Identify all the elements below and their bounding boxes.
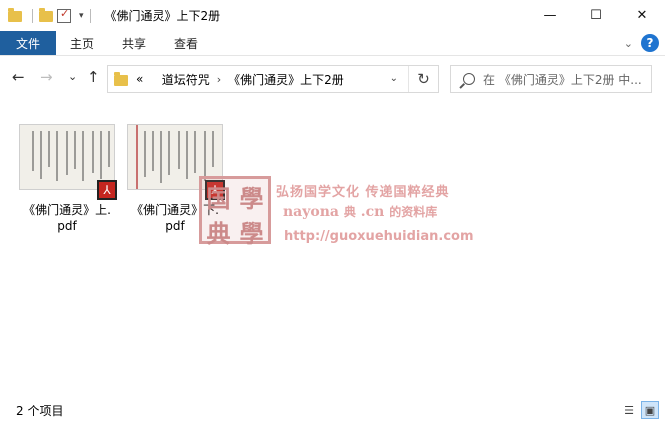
item-count: 2 个项目 xyxy=(16,404,64,418)
tab-file[interactable]: 文件 xyxy=(0,31,57,55)
back-button[interactable]: ← xyxy=(12,68,25,86)
breadcrumb-overflow[interactable]: « xyxy=(136,72,143,86)
divider xyxy=(89,8,91,23)
up-button[interactable]: ↑ xyxy=(87,68,100,86)
maximize-button[interactable]: ☐ xyxy=(573,0,619,31)
close-button[interactable]: ✕ xyxy=(619,0,665,31)
breadcrumb-item[interactable]: 道坛符咒 xyxy=(162,71,210,88)
file-list: ⅄ 《佛门通灵》上. pdf ⅄ 《佛门通灵》下. pdf xyxy=(0,98,665,398)
address-dropdown-icon[interactable]: ⌄ xyxy=(390,73,398,84)
watermark-slogan: 弘扬国学文化 传递国粹经典 xyxy=(276,185,450,200)
title-bar: ▾ 《佛门通灵》上下2册 — ☐ ✕ xyxy=(0,0,665,31)
ribbon-tabs: 文件 主页 共享 查看 ⌄ ? xyxy=(0,31,665,56)
window-title: 《佛门通灵》上下2册 xyxy=(104,9,221,23)
folder-icon xyxy=(114,71,128,86)
quick-access-toolbar: ▾ xyxy=(0,0,97,31)
search-box[interactable]: 在 《佛门通灵》上下2册 中... xyxy=(450,65,652,93)
navigation-bar: ← → ⌄ ↑ « › 道坛符咒 › 《佛门通灵》上下2册 ⌄ ↻ 在 《佛门通… xyxy=(0,58,665,98)
divider xyxy=(32,8,33,23)
expand-ribbon-icon[interactable]: ⌄ xyxy=(624,37,633,50)
new-folder-icon[interactable] xyxy=(39,7,53,23)
file-item[interactable]: ⅄ 《佛门通灵》上. pdf xyxy=(15,124,119,234)
pdf-file-icon: ⅄ xyxy=(97,180,117,200)
file-name[interactable]: 《佛门通灵》上. pdf xyxy=(15,202,119,234)
customize-toolbar-dropdown-icon[interactable]: ▾ xyxy=(79,11,84,21)
details-view-icon[interactable]: ☰ xyxy=(620,401,638,419)
breadcrumb-item[interactable]: 《佛门通灵》上下2册 xyxy=(228,71,344,88)
forward-button[interactable]: → xyxy=(40,68,53,86)
address-bar[interactable]: « › 道坛符咒 › 《佛门通灵》上下2册 ⌄ ↻ xyxy=(107,65,439,93)
status-bar: 2 个项目 ☰ ▣ xyxy=(0,398,665,423)
tab-view[interactable]: 查看 xyxy=(160,31,212,55)
watermark-site-name: nayona 典 .cn 的资料库 xyxy=(283,204,438,220)
refresh-button[interactable]: ↻ xyxy=(408,66,438,92)
watermark-seal: 国 學 典 學 xyxy=(199,176,271,248)
help-icon[interactable]: ? xyxy=(641,34,659,52)
recent-locations-dropdown[interactable]: ⌄ xyxy=(68,70,77,83)
large-icons-view-icon[interactable]: ▣ xyxy=(641,401,659,419)
watermark-url: http://guoxuehuidian.com xyxy=(284,229,474,244)
breadcrumb-separator-icon[interactable]: › xyxy=(217,73,221,86)
tab-home[interactable]: 主页 xyxy=(56,31,108,55)
properties-icon[interactable] xyxy=(57,7,71,23)
folder-icon xyxy=(8,7,22,23)
search-icon xyxy=(463,73,475,85)
minimize-button[interactable]: — xyxy=(527,0,573,31)
search-input[interactable]: 在 《佛门通灵》上下2册 中... xyxy=(483,71,642,88)
tab-share[interactable]: 共享 xyxy=(108,31,160,55)
